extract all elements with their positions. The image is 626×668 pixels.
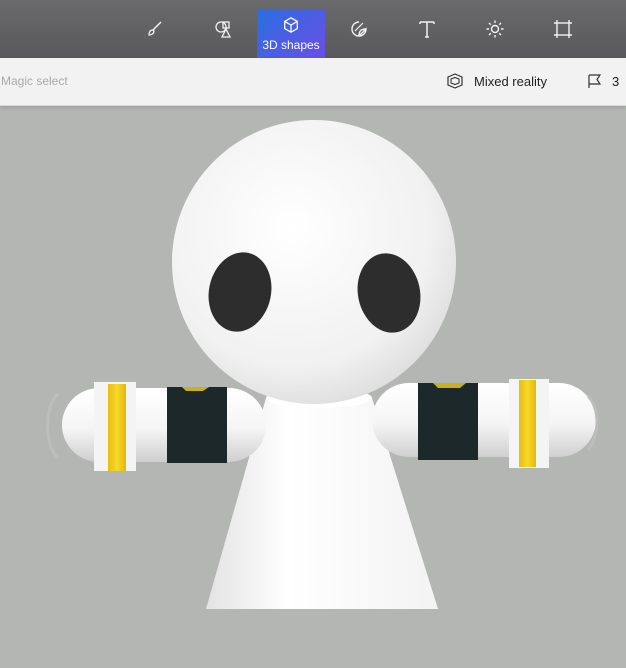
2d-shapes-tool-button[interactable]	[189, 10, 257, 58]
secondary-toolbar: Magic select Mixed reality 3	[0, 58, 626, 106]
3d-library-label: 3	[612, 73, 620, 89]
effects-tool-button[interactable]	[461, 10, 529, 58]
mixed-reality-button[interactable]: Mixed reality	[446, 70, 547, 92]
canvas-tool-button[interactable]	[529, 10, 597, 58]
2d-shapes-icon	[215, 21, 232, 38]
top-toolbar: 3D shapes	[0, 0, 626, 58]
more-tool-button[interactable]	[597, 10, 626, 58]
brush-icon	[148, 21, 162, 36]
figure-right-arm[interactable]	[372, 379, 599, 468]
3d-shapes-label: 3D shapes	[262, 38, 320, 52]
magic-select-button[interactable]: Magic select	[1, 74, 68, 88]
effects-icon	[486, 20, 504, 38]
brushes-tool-button[interactable]	[121, 10, 189, 58]
text-tool-button[interactable]	[393, 10, 461, 58]
3d-canvas[interactable]	[0, 106, 626, 668]
text-icon	[419, 21, 435, 38]
stickers-tool-button[interactable]	[325, 10, 393, 58]
3d-shapes-icon	[284, 17, 298, 33]
3d-library-button[interactable]: 3	[586, 70, 619, 92]
3d-shapes-tool-button[interactable]: 3D shapes	[257, 10, 325, 58]
partial-tool-icon	[621, 19, 626, 39]
mixed-reality-label: Mixed reality	[474, 73, 547, 89]
flag-icon	[588, 74, 602, 88]
mixed-reality-icon	[447, 73, 463, 89]
figure-head[interactable]	[172, 120, 456, 404]
stickers-icon	[351, 21, 367, 37]
canvas-icon	[554, 20, 572, 38]
figure-left-arm[interactable]	[46, 382, 267, 471]
